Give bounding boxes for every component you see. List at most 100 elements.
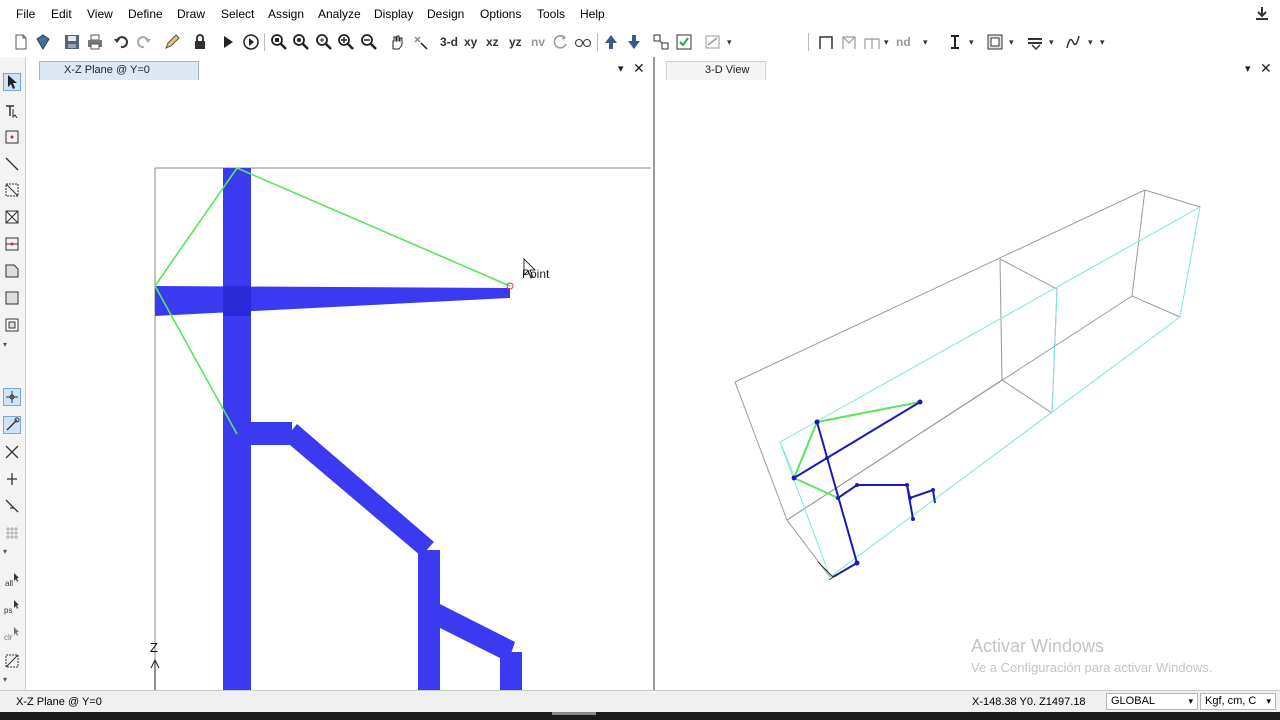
snap-intersections-icon[interactable] (3, 443, 21, 461)
chevron-down-icon[interactable]: ▾ (3, 675, 7, 685)
tab-xz-plane[interactable]: X-Z Plane @ Y=0 (39, 61, 199, 80)
check-icon[interactable] (674, 32, 694, 52)
undo-icon[interactable] (111, 32, 131, 52)
pan-icon[interactable] (387, 32, 407, 52)
pencil-icon[interactable] (162, 32, 182, 52)
intersecting-line-select-icon[interactable] (3, 652, 21, 670)
chevron-down-icon[interactable]: ▾ (727, 37, 732, 48)
quick-draw-frame-icon[interactable] (3, 208, 21, 226)
menu-design[interactable]: Design (427, 7, 464, 21)
select-all-icon[interactable]: all (3, 571, 21, 589)
run-analysis-icon[interactable] (218, 32, 238, 52)
menu-analyze[interactable]: Analyze (318, 7, 361, 21)
open-icon[interactable] (33, 32, 53, 52)
draw-frame-icon[interactable] (816, 32, 836, 52)
zoom-out-icon[interactable] (359, 32, 379, 52)
menu-draw[interactable]: Draw (177, 7, 205, 21)
draw-braces-icon[interactable] (839, 32, 859, 52)
menu-select[interactable]: Select (221, 7, 254, 21)
quick-draw-area-icon[interactable] (3, 316, 21, 334)
view-3d-button[interactable]: 3-d (440, 35, 458, 49)
lock-icon[interactable] (190, 32, 210, 52)
reshaper-icon[interactable] (3, 101, 21, 119)
nd-button[interactable]: nd (896, 35, 911, 49)
menu-tools[interactable]: Tools (537, 7, 565, 21)
snap-ends-icon[interactable] (3, 416, 21, 434)
window-menu-dropdown[interactable]: ▾ (1245, 62, 1251, 75)
save-icon[interactable] (62, 32, 82, 52)
chevron-down-icon[interactable]: ▾ (1009, 37, 1014, 48)
view-xz-button[interactable]: xz (486, 35, 499, 49)
tab-3d-view[interactable]: 3-D View (666, 61, 766, 80)
chevron-down-icon[interactable]: ▾ (1049, 37, 1054, 48)
snap-points-icon[interactable] (3, 388, 21, 406)
perspective-icon[interactable] (573, 32, 593, 52)
rotate-view-icon[interactable] (551, 32, 571, 52)
close-view-button[interactable]: ✕ (633, 60, 645, 77)
end-post-frame[interactable] (500, 652, 522, 690)
chevron-down-icon[interactable]: ▾ (969, 37, 974, 48)
close-view-button[interactable]: ✕ (1260, 60, 1272, 77)
move-down-icon[interactable] (624, 32, 644, 52)
menu-view[interactable]: View (87, 7, 113, 21)
zoom-previous-icon[interactable] (314, 32, 334, 52)
function-icon[interactable] (1063, 32, 1083, 52)
run-step-icon[interactable] (241, 32, 261, 52)
display-options-icon[interactable] (703, 32, 723, 52)
draw-poly-area-icon[interactable] (3, 262, 21, 280)
chevron-down-icon[interactable]: ▾ (884, 37, 889, 48)
window-menu-dropdown[interactable]: ▾ (618, 62, 624, 75)
zoom-in-icon[interactable] (336, 32, 356, 52)
view-xy-button[interactable]: xy (464, 35, 477, 49)
diagonal-frame[interactable] (284, 424, 434, 556)
draw-frame-cable-icon[interactable] (3, 181, 21, 199)
menu-display[interactable]: Display (374, 7, 413, 21)
xz-plane-drawing[interactable] (26, 80, 653, 690)
chevron-down-icon[interactable]: ▾ (3, 340, 7, 350)
clear-selection-icon[interactable]: clr (3, 625, 21, 643)
snap-grid-icon[interactable] (3, 524, 21, 542)
draw-multi-icon[interactable] (862, 32, 882, 52)
new-model-icon[interactable] (11, 32, 31, 52)
rubber-band-icon[interactable] (410, 32, 430, 52)
tie-brace-upper[interactable] (154, 167, 511, 287)
move-up-icon[interactable] (601, 32, 621, 52)
units-select[interactable]: Kgf, cm, C ▾ (1200, 693, 1276, 710)
menu-options[interactable]: Options (480, 7, 521, 21)
chevron-down-icon[interactable]: ▾ (3, 547, 7, 557)
print-icon[interactable] (85, 32, 105, 52)
cantilever-beam-frame[interactable] (155, 286, 510, 316)
zoom-restore-icon[interactable] (291, 32, 311, 52)
draw-line-icon[interactable] (3, 155, 21, 173)
xz-plane-viewport[interactable]: Point Z (26, 80, 653, 690)
previous-selection-icon[interactable]: ps (3, 598, 21, 616)
menu-edit[interactable]: Edit (51, 7, 72, 21)
menu-file[interactable]: File (16, 7, 35, 21)
download-icon[interactable] (1254, 6, 1270, 22)
area-section-icon[interactable] (985, 32, 1005, 52)
chevron-down-icon[interactable]: ▾ (923, 37, 928, 48)
chevron-down-icon[interactable]: ▾ (1100, 37, 1105, 48)
chevron-down-icon[interactable]: ▾ (1088, 37, 1093, 48)
assign-load-icon[interactable] (1025, 32, 1045, 52)
3d-joint-markers[interactable] (791, 399, 936, 566)
3d-model-drawing[interactable] (655, 80, 1280, 690)
snap-lines-icon[interactable] (3, 497, 21, 515)
menu-assign[interactable]: Assign (268, 7, 304, 21)
section-icon[interactable] (945, 32, 965, 52)
view-yz-button[interactable]: yz (509, 35, 522, 49)
snap-perpendicular-icon[interactable] (3, 470, 21, 488)
view-nv-button[interactable]: nv (531, 35, 545, 49)
draw-rect-area-icon[interactable] (3, 289, 21, 307)
stub-frame[interactable] (237, 422, 292, 445)
zoom-window-icon[interactable] (269, 32, 289, 52)
object-shrink-icon[interactable] (651, 32, 671, 52)
menu-help[interactable]: Help (580, 7, 605, 21)
menu-define[interactable]: Define (128, 7, 163, 21)
coord-system-select[interactable]: GLOBAL ▾ (1106, 693, 1198, 710)
redo-icon[interactable] (134, 32, 154, 52)
quick-draw-braces-icon[interactable] (3, 235, 21, 253)
draw-joint-icon[interactable] (3, 128, 21, 146)
pointer-icon[interactable] (3, 73, 21, 91)
3d-viewport[interactable] (655, 80, 1280, 690)
